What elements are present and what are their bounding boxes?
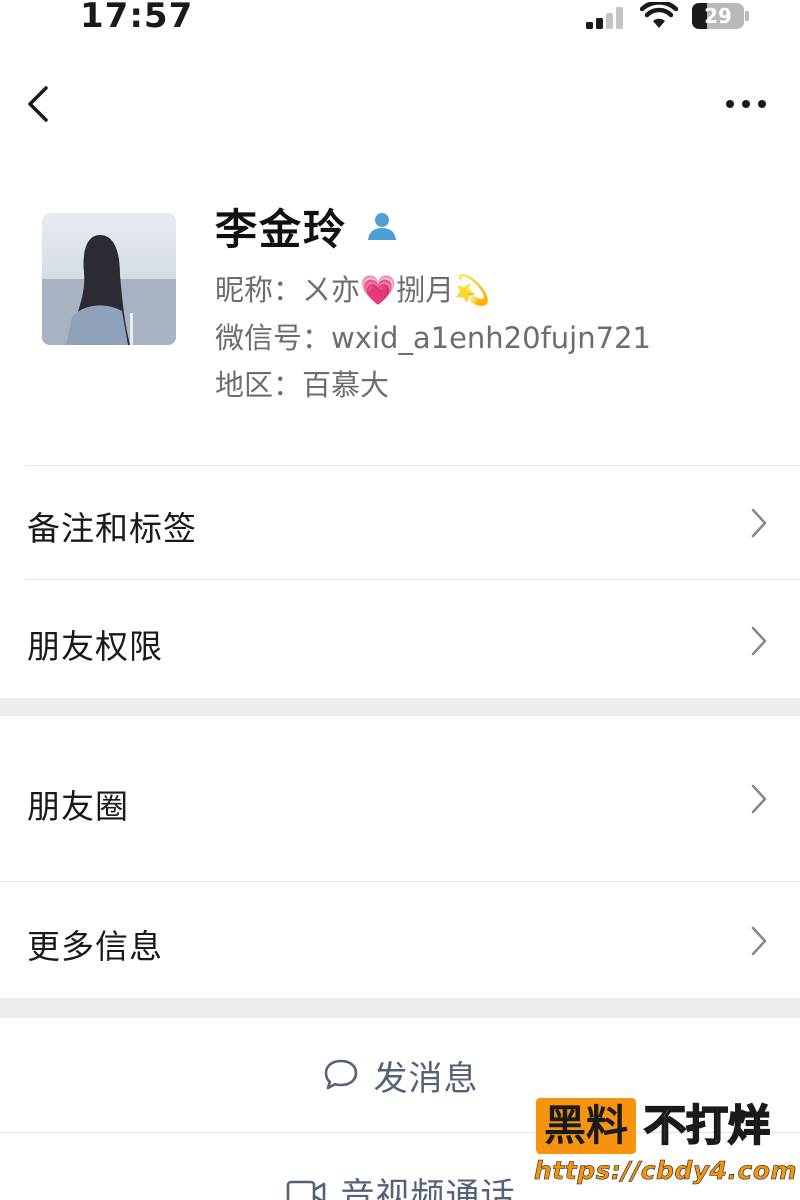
region-line: 地区：百慕大 — [215, 362, 389, 404]
profile-header: 李金玲 昵称：ㄨ亦💗捌月💫 微信号：wxid_a1enh20fujn721 地区… — [0, 195, 800, 415]
name-row: 李金玲 — [215, 197, 399, 255]
battery-level: 29 — [704, 4, 732, 28]
status-bar: 17:57 29 — [0, 0, 800, 40]
section-separator — [0, 998, 800, 1018]
send-message-label: 发消息 — [373, 1058, 479, 1099]
section-separator — [0, 698, 800, 716]
menu-item-label: 备注和标签 — [27, 509, 197, 548]
menu-item-moments[interactable]: 朋友圈 — [0, 716, 800, 881]
chevron-right-icon — [751, 626, 767, 656]
battery-cap — [745, 11, 749, 21]
person-icon — [368, 213, 397, 240]
wechat-id-line: 微信号：wxid_a1enh20fujn721 — [215, 315, 651, 357]
wechat-id-label: 微信号： — [215, 321, 332, 355]
chevron-right-icon — [751, 508, 767, 538]
nickname-value: ㄨ亦💗捌月💫 — [302, 273, 491, 307]
region-value: 百慕大 — [302, 368, 390, 402]
video-camera-icon — [286, 1180, 325, 1200]
wechat-id-value: wxid_a1enh20fujn721 — [331, 321, 651, 355]
menu-item-more-info[interactable]: 更多信息 — [0, 882, 800, 998]
cellular-signal-icon — [586, 7, 623, 29]
menu-item-remarks-tags[interactable]: 备注和标签 — [0, 466, 800, 579]
watermark-tagline: 不打烊 — [643, 1100, 771, 1151]
watermark-url: https://cbdy4.com — [534, 1156, 798, 1186]
more-ellipsis-icon[interactable] — [714, 88, 774, 120]
menu-item-label: 更多信息 — [27, 927, 163, 966]
nickname-label: 昵称： — [215, 273, 303, 307]
region-label: 地区： — [215, 368, 303, 402]
watermark: 黑料 不打烊 https://cbdy4.com — [532, 1096, 800, 1200]
battery-body: 29 — [692, 3, 744, 29]
chevron-right-icon — [751, 926, 767, 956]
chevron-right-icon — [751, 784, 767, 814]
watermark-brand: 黑料 — [536, 1098, 637, 1154]
nickname-line: 昵称：ㄨ亦💗捌月💫 — [215, 267, 490, 309]
contact-name: 李金玲 — [215, 204, 348, 254]
av-call-label: 音视频通话 — [340, 1176, 516, 1200]
avatar[interactable] — [42, 213, 176, 345]
status-time: 17:57 — [80, 0, 194, 36]
menu-item-label: 朋友圈 — [27, 787, 129, 826]
back-chevron-left-icon[interactable] — [18, 80, 58, 128]
wifi-icon — [640, 2, 678, 28]
chat-bubble-icon — [324, 1059, 357, 1090]
menu-item-label: 朋友权限 — [27, 627, 163, 666]
battery-indicator: 29 — [692, 3, 750, 29]
menu-item-friend-permissions[interactable]: 朋友权限 — [0, 580, 800, 698]
